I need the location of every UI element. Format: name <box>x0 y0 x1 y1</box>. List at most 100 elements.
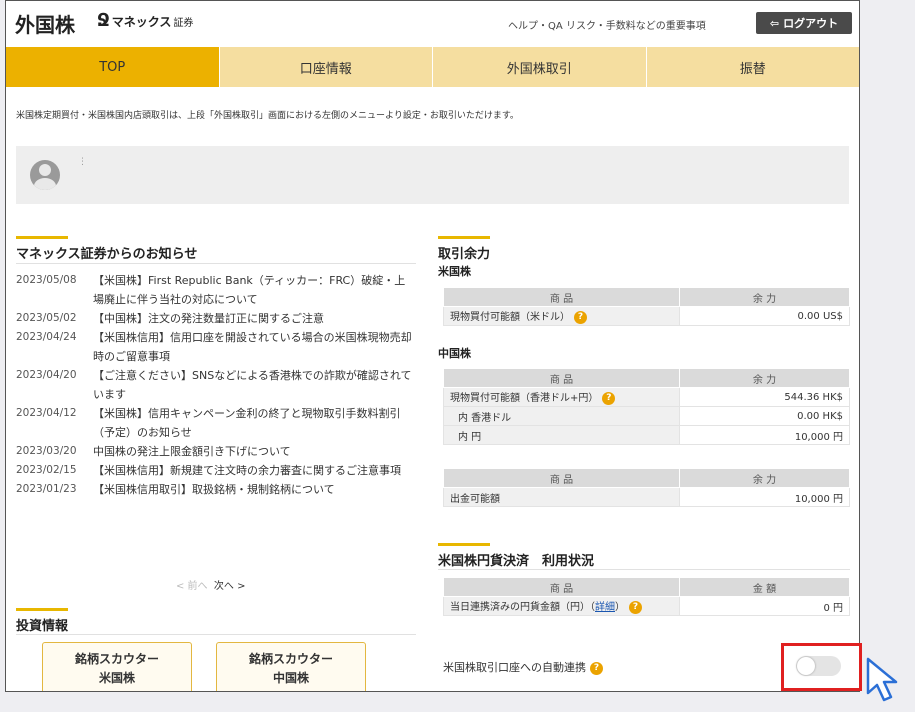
monex-logo-icon: Ջ <box>97 10 110 31</box>
notice-text: 米国株定期買付・米国株国内店頭取引は、上段「外国株取引」画面における左側のメニュ… <box>16 111 519 121</box>
us-margin-table: 商 品 余 力 現物買付可能額（米ドル）? 0.00 US$ <box>443 287 850 326</box>
yen-settle-heading: 米国株円貨決済 利用状況 <box>438 543 594 569</box>
invest-divider <box>16 634 416 635</box>
margin-heading: 取引余力 <box>438 236 491 262</box>
auto-link-label: 米国株取引口座への自動連携? <box>443 659 603 675</box>
news-date: 2023/03/20 <box>16 445 77 457</box>
list-item: 2023/03/20 中国株の発注上限金額引き下げについて <box>16 442 416 461</box>
scouter-cn-line1: 銘柄スカウター <box>248 652 333 666</box>
news-link[interactable]: 【米国株信用取引】取扱銘柄・規制銘柄について <box>93 480 416 499</box>
tab-transfer[interactable]: 振替 <box>647 47 860 87</box>
risk-fees-link[interactable]: リスク・手数料などの重要事項 <box>566 17 706 32</box>
mouse-cursor-icon <box>866 657 898 702</box>
invest-heading: 投資情報 <box>16 608 69 634</box>
news-date: 2023/04/24 <box>16 331 77 343</box>
row-label: 内 円 <box>443 425 680 445</box>
col-product: 商 品 <box>443 287 680 307</box>
yen-settle-table: 商 品 金 額 当日連携済みの円貨金額（円）（詳細）? 0 円 <box>443 577 850 616</box>
news-date: 2023/02/15 <box>16 464 77 476</box>
news-heading: マネックス証券からのお知らせ <box>16 236 197 262</box>
next-page-link[interactable]: 次へ > <box>214 581 246 592</box>
yen-settle-divider <box>438 569 850 570</box>
logout-icon: ⇦ <box>769 16 780 30</box>
us-stock-label: 米国株 <box>438 265 471 278</box>
table-row: 内 円 10,000 円 <box>443 425 850 445</box>
user-bar: ⋮ <box>16 146 849 204</box>
news-date: 2023/04/12 <box>16 407 77 419</box>
list-item: 2023/01/23 【米国株信用取引】取扱銘柄・規制銘柄について <box>16 480 416 499</box>
avatar-icon <box>30 160 60 190</box>
help-icon[interactable]: ? <box>574 310 587 324</box>
news-link[interactable]: 【中国株】注文の発注数量訂正に関するご注意 <box>93 309 416 328</box>
table-header-row: 商 品 金 額 <box>443 577 850 597</box>
list-item: 2023/04/20 【ご注意ください】SNSなどによる香港株での詐欺が確認され… <box>16 366 416 404</box>
table-header-row: 商 品 余 力 <box>443 368 850 388</box>
logo-suffix: 証券 <box>173 17 194 29</box>
col-product: 商 品 <box>443 468 680 488</box>
tab-foreign-stock-trading[interactable]: 外国株取引 <box>433 47 647 87</box>
scouter-us-line2: 米国株 <box>98 671 135 685</box>
tab-account-info[interactable]: 口座情報 <box>220 47 433 87</box>
withdraw-table: 商 品 余 力 出金可能額 10,000 円 <box>443 468 850 507</box>
news-link[interactable]: 【米国株】信用キャンペーン金利の終了と現物取引手数料割引（予定）のお知らせ <box>93 404 416 442</box>
help-icon[interactable]: ? <box>602 391 616 405</box>
list-item: 2023/02/15 【米国株信用】新規建て注文時の余力審査に関するご注意事項 <box>16 461 416 480</box>
cn-stock-label: 中国株 <box>438 347 471 360</box>
row-value: 0.00 HK$ <box>679 406 850 426</box>
help-link[interactable]: ヘルプ・QA <box>508 17 563 32</box>
cn-margin-table: 商 品 余 力 現物買付可能額（香港ドル+円）? 544.36 HK$ 内 香港… <box>443 368 850 445</box>
row-label: 出金可能額 <box>443 487 680 507</box>
table-row: 出金可能額 10,000 円 <box>443 487 850 507</box>
table-header-row: 商 品 余 力 <box>443 287 850 307</box>
news-link[interactable]: 【米国株信用】信用口座を開設されている場合の米国株現物売却時のご留意事項 <box>93 328 416 366</box>
list-item: 2023/05/08 【米国株】First Republic Bank（ティッカ… <box>16 271 416 309</box>
news-link[interactable]: 【ご注意ください】SNSなどによる香港株での詐欺が確認されています <box>93 366 416 404</box>
logout-label: ログアウト <box>783 17 839 30</box>
col-amount: 金 額 <box>679 577 850 597</box>
col-product: 商 品 <box>443 577 680 597</box>
main-nav: TOP 口座情報 外国株取引 振替 <box>6 47 859 87</box>
news-divider <box>16 263 416 264</box>
table-row: 当日連携済みの円貨金額（円）（詳細）? 0 円 <box>443 596 850 616</box>
toggle-knob <box>797 657 815 675</box>
row-value: 544.36 HK$ <box>679 387 850 407</box>
table-row: 現物買付可能額（香港ドル+円）? 544.36 HK$ <box>443 387 850 407</box>
news-link[interactable]: 【米国株信用】新規建て注文時の余力審査に関するご注意事項 <box>93 461 416 480</box>
table-header-row: 商 品 余 力 <box>443 468 850 488</box>
col-product: 商 品 <box>443 368 680 388</box>
prev-page-link[interactable]: < 前へ <box>176 581 208 592</box>
row-value: 10,000 円 <box>679 487 850 507</box>
header: 外国株 Ջ マネックス 証券 ヘルプ・QA リスク・手数料などの重要事項 ⇦ ロ… <box>6 1 859 46</box>
scouter-cn-line2: 中国株 <box>272 671 309 685</box>
news-date: 2023/04/20 <box>16 369 77 381</box>
table-row: 現物買付可能額（米ドル）? 0.00 US$ <box>443 306 850 326</box>
news-list: 2023/05/08 【米国株】First Republic Bank（ティッカ… <box>16 271 416 499</box>
user-menu-dots[interactable]: ⋮ <box>78 158 87 167</box>
tab-top[interactable]: TOP <box>6 47 220 87</box>
row-value: 10,000 円 <box>679 425 850 445</box>
page-title: 外国株 <box>15 13 75 37</box>
list-item: 2023/04/12 【米国株】信用キャンペーン金利の終了と現物取引手数料割引（… <box>16 404 416 442</box>
news-link[interactable]: 【米国株】First Republic Bank（ティッカー：FRC）破綻・上場… <box>93 271 416 309</box>
logout-button[interactable]: ⇦ ログアウト <box>756 12 852 34</box>
help-icon[interactable]: ? <box>590 661 603 675</box>
news-date: 2023/05/08 <box>16 274 77 286</box>
col-amount: 余 力 <box>679 468 850 488</box>
scouter-us-line1: 銘柄スカウター <box>74 652 159 666</box>
news-link[interactable]: 中国株の発注上限金額引き下げについて <box>93 442 416 461</box>
row-label: 現物買付可能額（香港ドル+円）? <box>443 387 680 407</box>
logo-text: マネックス <box>111 14 172 29</box>
stock-scouter-cn-button[interactable]: 銘柄スカウター 中国株 <box>216 642 366 691</box>
table-row: 内 香港ドル 0.00 HK$ <box>443 406 850 426</box>
news-pager: < 前へ 次へ > <box>176 577 245 592</box>
stock-scouter-us-button[interactable]: 銘柄スカウター 米国株 <box>42 642 192 691</box>
auto-link-toggle[interactable] <box>796 656 841 676</box>
detail-link[interactable]: 詳細 <box>595 602 615 613</box>
news-date: 2023/01/23 <box>16 483 77 495</box>
row-value: 0 円 <box>679 596 850 616</box>
help-icon[interactable]: ? <box>629 600 642 614</box>
monex-logo[interactable]: Ջ マネックス 証券 <box>97 12 193 30</box>
row-label: 内 香港ドル <box>443 406 680 426</box>
row-value: 0.00 US$ <box>679 306 850 326</box>
app-frame: 外国株 Ջ マネックス 証券 ヘルプ・QA リスク・手数料などの重要事項 ⇦ ロ… <box>5 0 860 692</box>
